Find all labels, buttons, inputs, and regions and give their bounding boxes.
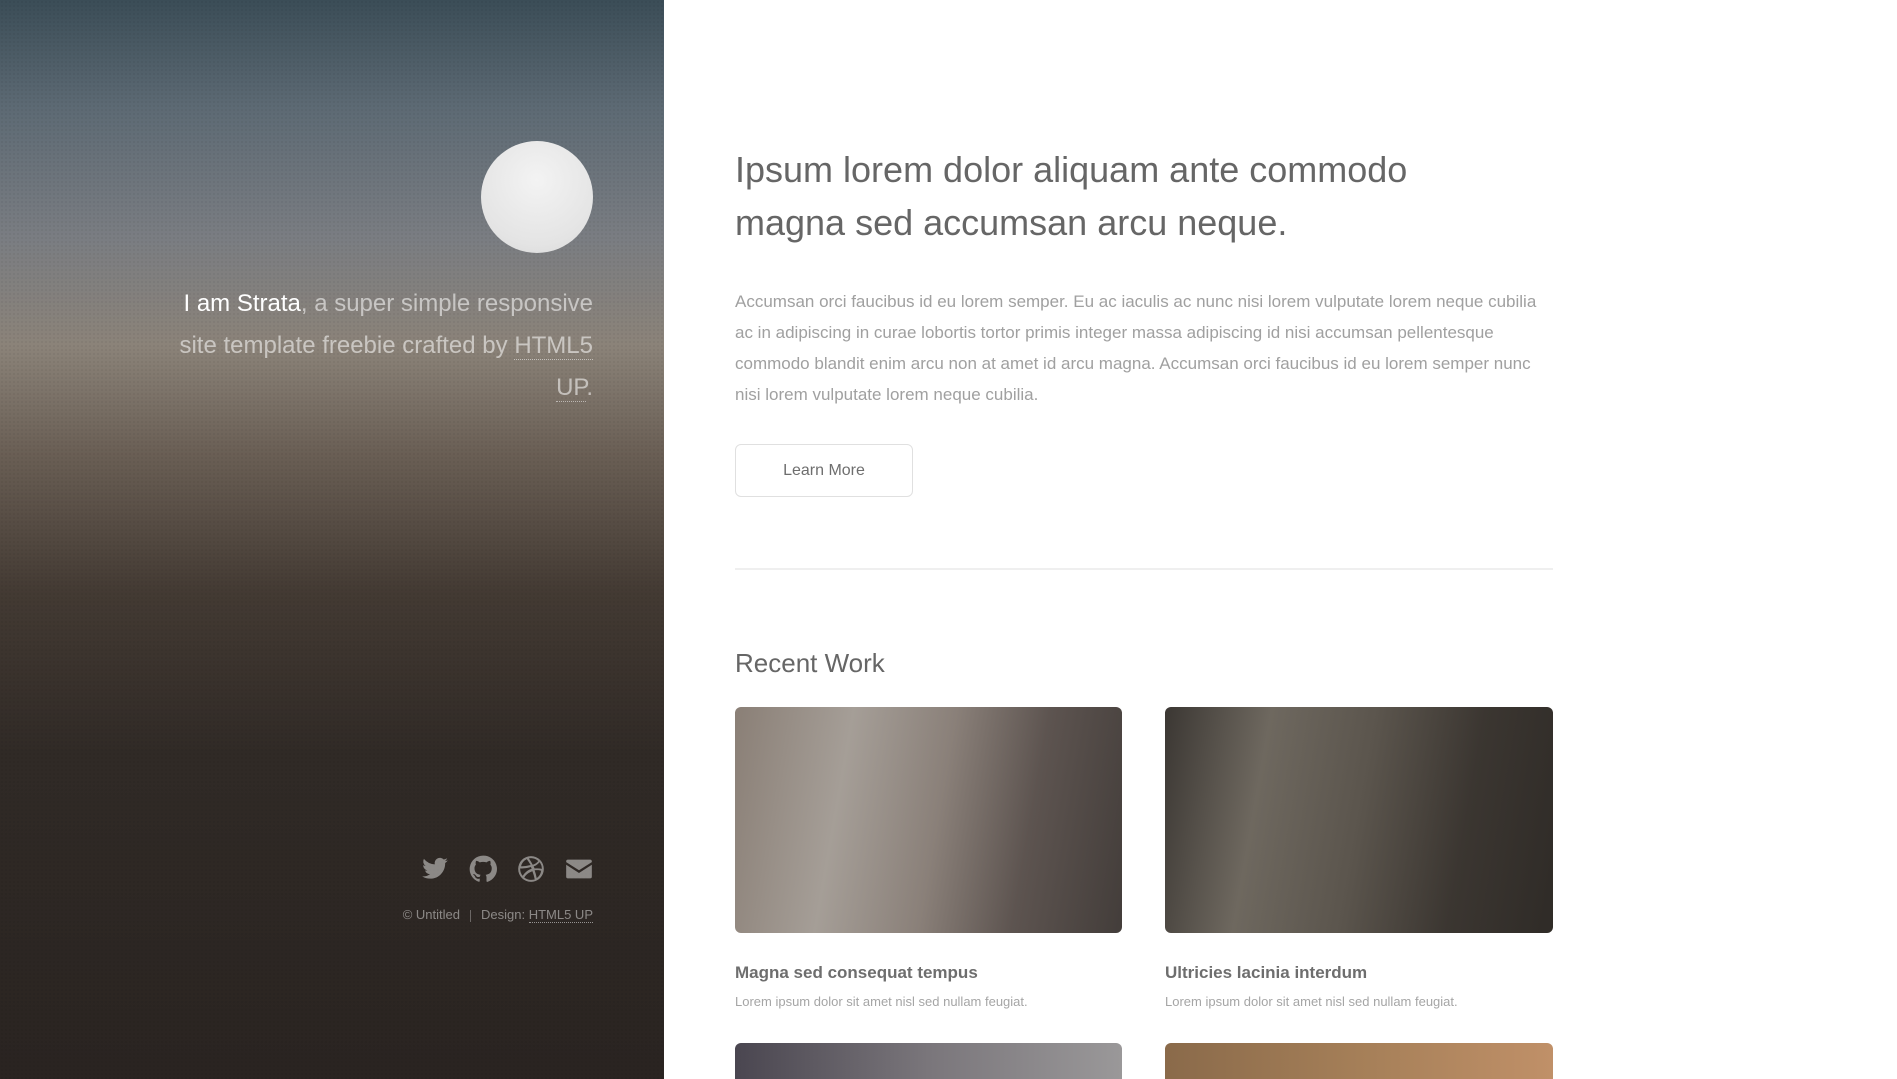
intro-text: I am Strata, a super simple responsive s…: [173, 283, 593, 409]
copyright: © Untitled Design: HTML5 UP: [173, 907, 593, 923]
headline-line-1: Ipsum lorem dolor aliquam ante commodo: [735, 149, 1408, 190]
sidebar-footer: © Untitled Design: HTML5 UP: [173, 855, 593, 923]
recent-work-title: Recent Work: [735, 648, 885, 678]
work-thumbnail[interactable]: [735, 1043, 1122, 1079]
avatar: [481, 141, 593, 253]
work-title: Ultricies lacinia interdum: [1165, 963, 1368, 982]
intro-paragraph: Accumsan orci faucibus id eu lorem sempe…: [735, 292, 1537, 404]
work-item: Magna sed consequat tempus Lorem ipsum d…: [735, 707, 1122, 1009]
learn-more-button[interactable]: Learn More: [735, 444, 913, 497]
work-grid-row-2: [735, 1043, 1553, 1079]
design-label: Design:: [481, 907, 529, 922]
github-icon[interactable]: [469, 855, 497, 883]
work-item: Ultricies lacinia interdum Lorem ipsum d…: [1165, 707, 1553, 1009]
work-thumbnail[interactable]: [1165, 707, 1553, 933]
work-description: Lorem ipsum dolor sit amet nisl sed null…: [735, 994, 1028, 1009]
page-headline: Ipsum lorem dolor aliquam ante commodo m…: [735, 143, 1553, 249]
twitter-icon[interactable]: [421, 855, 449, 883]
intro-name: I am Strata: [183, 290, 301, 317]
headline-line-2: magna sed accumsan arcu neque.: [735, 202, 1288, 243]
intro-end: .: [586, 374, 593, 401]
dribbble-icon[interactable]: [517, 855, 545, 883]
work-grid: Magna sed consequat tempus Lorem ipsum d…: [735, 707, 1553, 1009]
sidebar: I am Strata, a super simple responsive s…: [0, 0, 664, 1079]
envelope-icon[interactable]: [565, 855, 593, 883]
section-divider: [735, 568, 1553, 570]
social-icons: [173, 855, 593, 883]
copyright-separator: [470, 909, 471, 922]
main-content: Ipsum lorem dolor aliquam ante commodo m…: [735, 0, 1553, 1079]
work-title: Magna sed consequat tempus: [735, 963, 978, 982]
design-credit-link[interactable]: HTML5 UP: [528, 907, 593, 923]
work-thumbnail[interactable]: [735, 707, 1122, 933]
work-description: Lorem ipsum dolor sit amet nisl sed null…: [1165, 994, 1458, 1009]
html5up-link[interactable]: HTML5 UP: [514, 332, 593, 402]
copyright-text: © Untitled: [402, 907, 460, 922]
work-thumbnail[interactable]: [1165, 1043, 1553, 1079]
sidebar-intro: I am Strata, a super simple responsive s…: [173, 141, 593, 409]
